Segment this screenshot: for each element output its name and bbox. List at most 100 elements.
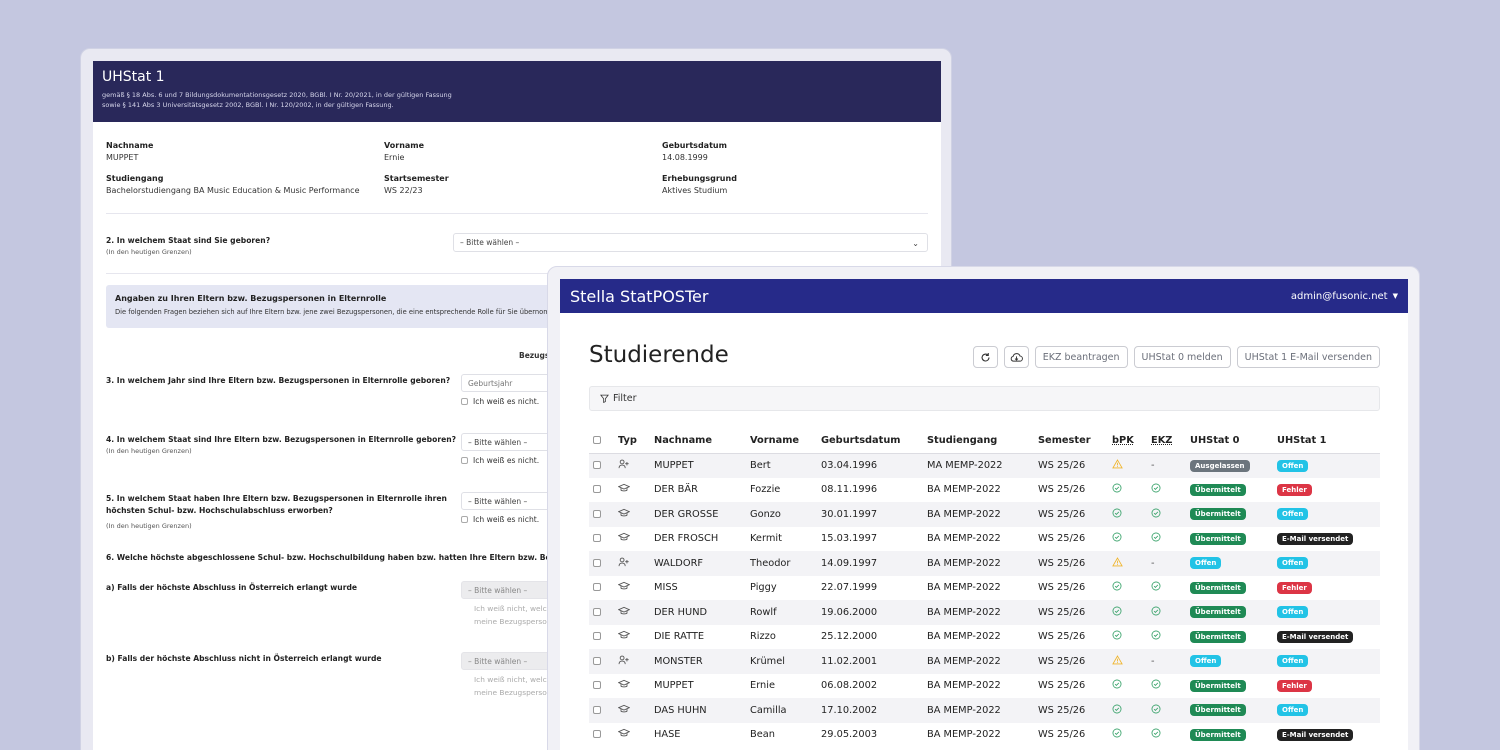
table-row[interactable]: DER FROSCH Kermit 15.03.1997 BA MEMP-2022 WS…: [589, 527, 1380, 552]
col-geburtsdatum[interactable]: Geburtsdatum: [817, 429, 923, 454]
question-hint: (In den heutigen Grenzen): [106, 447, 192, 455]
row-select-cell[interactable]: [589, 698, 614, 723]
row-checkbox[interactable]: [593, 730, 601, 739]
row-select-cell[interactable]: [589, 600, 614, 625]
col-semester[interactable]: Semester: [1034, 429, 1108, 454]
row-checkbox[interactable]: [593, 583, 601, 592]
table-row[interactable]: DAS HUHN Camilla 17.10.2002 BA MEMP-2022 WS …: [589, 698, 1380, 723]
col-ekz[interactable]: EKZ: [1147, 429, 1186, 454]
row-select-cell[interactable]: [589, 527, 614, 552]
row-select-cell[interactable]: [589, 453, 614, 478]
parents-degree-country-select[interactable]: – Bitte wählen –: [461, 492, 561, 510]
refresh-button[interactable]: [972, 346, 998, 368]
col-uhstat1[interactable]: UHStat 1: [1273, 429, 1380, 454]
info-vorname: Vorname Ernie: [384, 141, 424, 162]
select-value: – Bitte wählen –: [468, 656, 528, 666]
q6a-dont-know-text: Ich weiß nicht, welc meine Bezugsperso: [474, 602, 547, 628]
q5-dont-know-checkbox[interactable]: Ich weiß es nicht.: [461, 515, 539, 524]
row-checkbox[interactable]: [593, 607, 601, 616]
table-row[interactable]: DER GROSSE Gonzo 30.01.1997 BA MEMP-2022 WS …: [589, 502, 1380, 527]
country-of-birth-select[interactable]: – Bitte wählen – ⌄: [453, 233, 928, 252]
row-checkbox[interactable]: [593, 558, 601, 567]
graduation-cap-icon: [617, 680, 631, 692]
status-badge: Übermittelt: [1190, 630, 1246, 643]
table-row[interactable]: WALDORF Theodor 14.09.1997 BA MEMP-2022 WS 2…: [589, 551, 1380, 576]
check-circle-icon: [1112, 728, 1122, 741]
studiengang-cell: BA MEMP-2022: [927, 655, 1001, 667]
col-typ[interactable]: Typ: [614, 429, 650, 454]
bpk-cell: [1108, 478, 1147, 503]
q3-dont-know-checkbox[interactable]: Ich weiß es nicht.: [461, 397, 539, 406]
empty-value: -: [1151, 557, 1155, 569]
studiengang-cell: BA MEMP-2022: [927, 704, 1001, 716]
select-all-header[interactable]: [589, 429, 614, 454]
geburtsdatum-cell: 25.12.2000: [821, 631, 878, 643]
row-select-cell[interactable]: [589, 649, 614, 674]
degree-abroad-select[interactable]: – Bitte wählen –: [461, 652, 561, 670]
row-checkbox[interactable]: [593, 485, 601, 494]
table-row[interactable]: MISS Piggy 22.07.1999 BA MEMP-2022 WS 25/26 Ü…: [589, 576, 1380, 601]
uhstat0-cell: Übermittelt: [1186, 625, 1273, 650]
q4-dont-know-checkbox[interactable]: Ich weiß es nicht.: [461, 456, 539, 465]
vorname-cell: Krümel: [750, 655, 785, 667]
brand-logo[interactable]: Stella StatPOSTer: [570, 287, 708, 306]
checkbox[interactable]: [461, 398, 468, 405]
row-select-cell[interactable]: [589, 502, 614, 527]
status-badge: Übermittelt: [1190, 532, 1246, 545]
check-circle-icon: [1112, 508, 1122, 521]
uhstat0-melden-button[interactable]: UHStat 0 melden: [1133, 346, 1231, 368]
table-row[interactable]: MUPPET Bert 03.04.1996 MA MEMP-2022 WS 25/26…: [589, 453, 1380, 478]
ekz-cell: [1147, 576, 1186, 601]
row-select-cell[interactable]: [589, 723, 614, 748]
col-vorname[interactable]: Vorname: [746, 429, 817, 454]
row-checkbox[interactable]: [593, 632, 601, 641]
row-select-cell[interactable]: [589, 625, 614, 650]
row-select-cell[interactable]: [589, 674, 614, 699]
vorname-cell: Rowlf: [750, 606, 777, 618]
uhstat1-email-button[interactable]: UHStat 1 E-Mail versenden: [1236, 346, 1380, 368]
table-row[interactable]: DER BÄR Fozzie 08.11.1996 BA MEMP-2022 WS 25…: [589, 478, 1380, 503]
cloud-download-button[interactable]: [1003, 346, 1029, 368]
parents-country-of-birth-select[interactable]: – Bitte wählen –: [461, 433, 561, 451]
info-label: Startsemester: [384, 174, 449, 183]
status-badge: Übermittelt: [1190, 581, 1246, 594]
col-uhstat0[interactable]: UHStat 0: [1186, 429, 1273, 454]
birth-year-input[interactable]: Geburtsjahr: [461, 374, 561, 392]
row-checkbox[interactable]: [593, 461, 601, 469]
row-select-cell[interactable]: [589, 551, 614, 576]
row-checkbox[interactable]: [593, 656, 601, 665]
table-row[interactable]: MUPPET Ernie 06.08.2002 BA MEMP-2022 WS 25/2…: [589, 674, 1380, 699]
col-bpk[interactable]: bPK: [1108, 429, 1147, 454]
studiengang-cell: BA MEMP-2022: [927, 484, 1001, 496]
row-checkbox[interactable]: [593, 705, 601, 714]
filter-bar[interactable]: Filter: [589, 386, 1380, 411]
ekz-cell: [1147, 723, 1186, 748]
ekz-beantragen-button[interactable]: EKZ beantragen: [1034, 346, 1128, 368]
row-select-cell[interactable]: [589, 478, 614, 503]
checkbox[interactable]: [461, 457, 468, 464]
row-checkbox[interactable]: [593, 534, 601, 543]
user-menu[interactable]: admin@fusonic.net ▼: [1291, 291, 1398, 302]
row-checkbox[interactable]: [593, 509, 601, 518]
table-row[interactable]: MONSTER Krümel 11.02.2001 BA MEMP-2022 WS 25…: [589, 649, 1380, 674]
table-row[interactable]: DIE RATTE Rizzo 25.12.2000 BA MEMP-2022 WS 2…: [589, 625, 1380, 650]
info-erhebungsgrund: Erhebungsgrund Aktives Studium: [662, 174, 737, 195]
studiengang-cell: BA MEMP-2022: [927, 582, 1001, 594]
uhstat1-cell: Offen: [1273, 502, 1380, 527]
check-circle-icon: [1112, 532, 1122, 545]
check-circle-icon: [1112, 483, 1122, 496]
info-box-description: Die folgenden Fragen beziehen sich auf I…: [115, 308, 565, 316]
info-geburtsdatum: Geburtsdatum 14.08.1999: [662, 141, 727, 162]
col-nachname[interactable]: Nachname: [650, 429, 746, 454]
select-all-checkbox[interactable]: [593, 436, 601, 445]
warning-icon: [1112, 654, 1123, 668]
question-text: 6. Welche höchste abgeschlossene Schul- …: [106, 553, 595, 562]
table-row[interactable]: HASE Bean 29.05.2003 BA MEMP-2022 WS 25/26 Üb…: [589, 723, 1380, 748]
row-checkbox[interactable]: [593, 681, 601, 690]
row-select-cell[interactable]: [589, 576, 614, 601]
table-row[interactable]: DER HUND Rowlf 19.06.2000 BA MEMP-2022 WS 25…: [589, 600, 1380, 625]
col-studiengang[interactable]: Studiengang: [923, 429, 1034, 454]
studiengang-cell: BA MEMP-2022: [927, 631, 1001, 643]
degree-austria-select[interactable]: – Bitte wählen –: [461, 581, 561, 599]
checkbox[interactable]: [461, 516, 468, 523]
